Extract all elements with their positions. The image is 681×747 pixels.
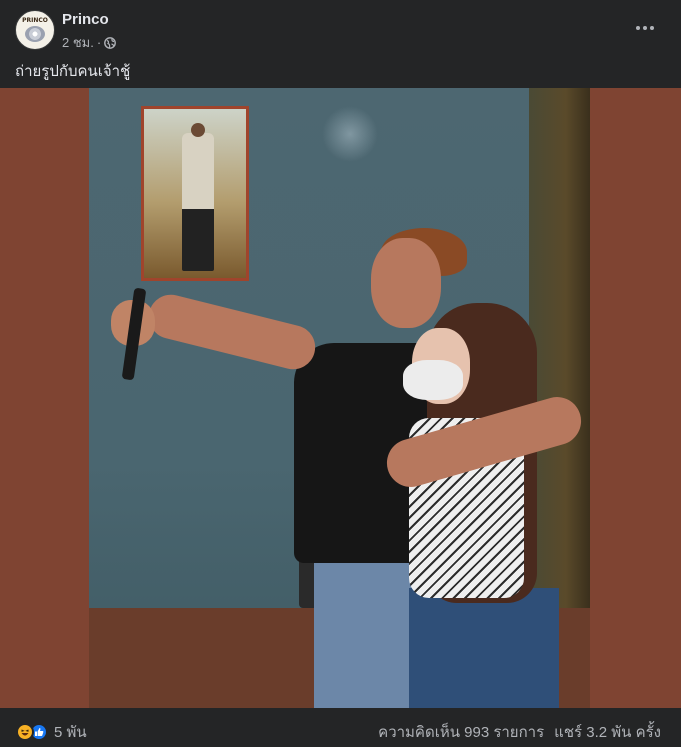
disc-icon (25, 26, 45, 42)
page-avatar[interactable]: PRINCO (15, 10, 55, 50)
woman-skirt (409, 588, 559, 708)
post-card: PRINCO Princo 2 ชม. · ถ่ายรูปกับคนเจ้าชู… (0, 0, 681, 747)
more-horizontal-icon[interactable] (633, 18, 657, 38)
post-media[interactable] (0, 88, 681, 708)
globe-icon[interactable] (104, 36, 117, 49)
page-name[interactable]: Princo (62, 11, 109, 28)
post-header: PRINCO Princo 2 ชม. · (0, 0, 681, 60)
meta-separator: · (96, 35, 102, 50)
reactions-summary[interactable]: 5 พัน (16, 720, 87, 744)
avatar-brand-text: PRINCO (22, 17, 48, 24)
post-stats: ความคิดเห็น 993 รายการ แชร์ 3.2 พัน ครั้… (378, 720, 661, 744)
post-caption: ถ่ายรูปกับคนเจ้าชู้ (15, 63, 131, 80)
post-photo[interactable] (89, 88, 590, 708)
post-meta: 2 ชม. · (62, 32, 117, 53)
wall-shadow (529, 88, 590, 608)
share-count[interactable]: แชร์ 3.2 พัน ครั้ง (554, 720, 661, 744)
wall-lamp (322, 106, 378, 162)
man-head (371, 238, 441, 328)
face-mask (403, 360, 463, 400)
man-arm (144, 290, 320, 374)
wall-portrait (141, 106, 249, 281)
haha-icon (16, 723, 34, 741)
reaction-count[interactable]: 5 พัน (54, 720, 87, 744)
post-footer: 5 พัน ความคิดเห็น 993 รายการ แชร์ 3.2 พั… (0, 708, 681, 747)
comment-count[interactable]: ความคิดเห็น 993 รายการ (378, 720, 544, 744)
post-time[interactable]: 2 ชม. (62, 32, 94, 53)
